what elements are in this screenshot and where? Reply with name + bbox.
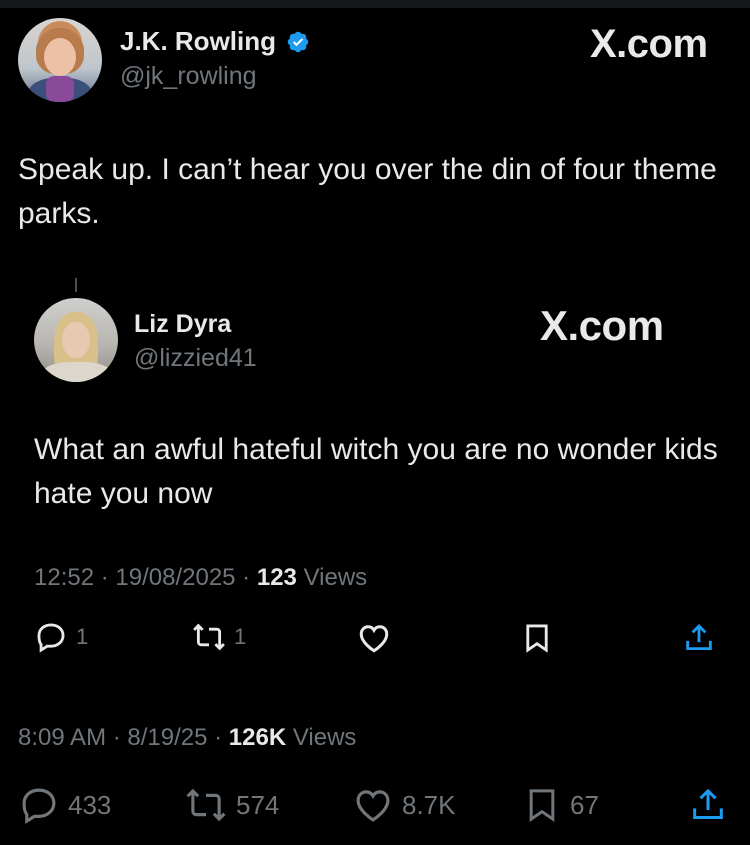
- quoted-author-name[interactable]: Liz Dyra: [134, 310, 231, 339]
- like-icon: [359, 625, 389, 653]
- reply-icon: [37, 623, 65, 653]
- tweet-time: 8:09 AM: [18, 724, 107, 751]
- like-count: 8.7K: [402, 789, 456, 820]
- share-icon: [693, 788, 723, 819]
- reply-count: 433: [68, 789, 112, 820]
- like-button[interactable]: 8.7K: [352, 784, 456, 826]
- quoted-date: 19/08/2025: [115, 564, 236, 591]
- quoted-repost-count: 1: [234, 624, 247, 649]
- quoted-reply-count: 1: [76, 624, 89, 649]
- quoted-views-count: 123: [256, 564, 297, 591]
- tweet-text: Speak up. I can’t hear you over the din …: [18, 153, 717, 230]
- quoted-tweet-text: What an awful hateful witch you are no w…: [34, 433, 718, 510]
- quoted-time: 12:52: [34, 564, 95, 591]
- quoted-brand-watermark: X.com: [540, 302, 664, 349]
- top-bar: [0, 0, 750, 8]
- tweet-views-count: 126K: [228, 724, 287, 751]
- repost-icon: [193, 623, 225, 651]
- verified-badge-icon: [287, 31, 309, 53]
- thread-connector: [75, 278, 77, 292]
- tweet-views-label: Views: [292, 724, 357, 751]
- quoted-reply-button[interactable]: 1: [34, 620, 88, 654]
- author-avatar[interactable]: [18, 18, 102, 102]
- bookmark-button[interactable]: 67: [522, 784, 599, 826]
- tweet-meta: 8:09 AM · 8/19/25 · 126K Views: [18, 724, 357, 751]
- share-button[interactable]: [688, 784, 728, 826]
- quoted-tweet-meta: 12:52 · 19/08/2025 · 123 Views: [34, 564, 368, 591]
- author-handle[interactable]: @jk_rowling: [120, 62, 257, 91]
- repost-count: 574: [236, 789, 280, 820]
- quoted-share-button[interactable]: [682, 620, 716, 656]
- reply-icon: [22, 788, 56, 824]
- bookmark-count: 67: [570, 789, 599, 820]
- brand-watermark: X.com: [590, 22, 708, 66]
- like-icon: [356, 790, 390, 822]
- quoted-views-label: Views: [303, 564, 368, 591]
- quoted-like-button[interactable]: [356, 620, 392, 656]
- quoted-author-handle[interactable]: @lizzied41: [134, 344, 257, 373]
- repost-icon: [186, 788, 226, 822]
- reply-button[interactable]: 433: [18, 784, 111, 826]
- bookmark-icon: [526, 624, 548, 653]
- quoted-author-avatar[interactable]: [34, 298, 118, 382]
- repost-button[interactable]: 574: [184, 784, 279, 826]
- quoted-repost-button[interactable]: 1: [192, 620, 246, 654]
- bookmark-icon: [529, 789, 555, 823]
- quoted-bookmark-button[interactable]: [520, 620, 554, 656]
- tweet-date: 8/19/25: [127, 724, 208, 751]
- share-icon: [686, 623, 712, 651]
- author-name[interactable]: J.K. Rowling: [120, 26, 276, 57]
